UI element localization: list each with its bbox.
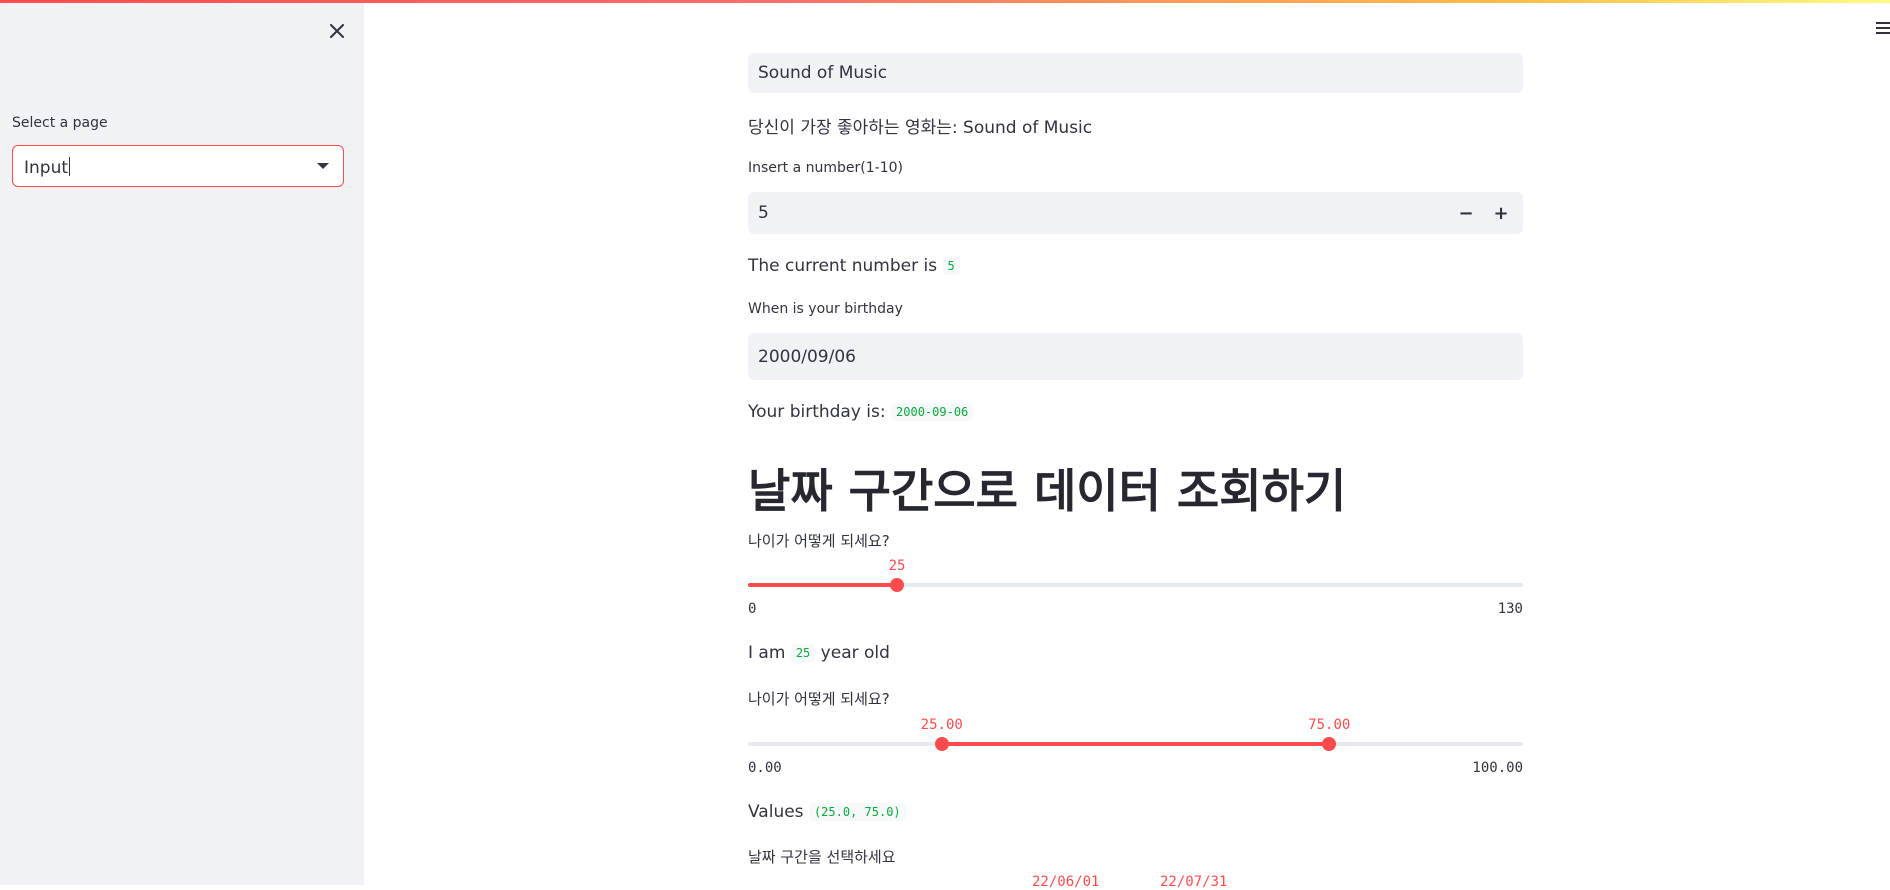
age-output-code: 25	[790, 644, 816, 662]
range-slider-high-value: 75.00	[1308, 717, 1351, 733]
page-select-value: Input	[24, 157, 71, 178]
range-slider-low-thumb[interactable]	[934, 737, 949, 751]
age-slider[interactable]: 25 0 130	[748, 555, 1523, 625]
age-output-suffix: year old	[820, 643, 890, 663]
birthday-output-text: Your birthday is:	[748, 402, 886, 422]
decrement-button[interactable]: −	[1449, 193, 1483, 233]
hamburger-menu-icon[interactable]	[1876, 20, 1890, 36]
range-slider-max: 100.00	[1472, 760, 1523, 776]
birthday-output: Your birthday is: 2000-09-06	[748, 402, 974, 422]
range-output-code: (25.0, 75.0)	[808, 803, 906, 821]
birthday-date-input[interactable]: 2000/09/06	[748, 333, 1523, 380]
range-slider[interactable]: 25.00 75.00 0.00 100.00	[748, 714, 1523, 784]
age-slider-label: 나이가 어떻게 되세요?	[748, 532, 890, 550]
page-heading: 날짜 구간으로 데이터 조회하기	[748, 464, 1347, 518]
movie-input-value: Sound of Music	[758, 63, 888, 83]
age-slider-fill	[748, 583, 898, 587]
number-output-code: 5	[942, 257, 960, 275]
range-slider-fill	[941, 742, 1330, 746]
main-content: Sound of Music 당신이 가장 좋아하는 영화는: Sound of…	[748, 0, 1523, 890]
number-output-text: The current number is	[748, 256, 938, 276]
movie-input[interactable]: Sound of Music	[748, 53, 1523, 93]
range-slider-low-value: 25.00	[920, 717, 963, 733]
range-slider-label: 나이가 어떻게 되세요?	[748, 690, 890, 708]
number-input-value: 5	[758, 203, 769, 223]
birthday-label: When is your birthday	[748, 301, 903, 317]
date-range-high-value: 22/07/31	[1160, 874, 1228, 890]
range-output-text: Values	[748, 802, 804, 822]
number-output: The current number is 5	[748, 256, 960, 276]
range-output: Values (25.0, 75.0)	[748, 802, 906, 822]
number-input-label: Insert a number(1-10)	[748, 160, 903, 176]
top-decoration-bar	[0, 0, 1890, 3]
movie-output: 당신이 가장 좋아하는 영화는: Sound of Music	[748, 118, 1093, 138]
age-slider-thumb[interactable]	[890, 578, 905, 592]
range-slider-track[interactable]	[748, 742, 1523, 746]
age-output: I am 25 year old	[748, 643, 890, 663]
date-range-label: 날짜 구간을 선택하세요	[748, 848, 896, 866]
range-slider-min: 0.00	[748, 760, 782, 776]
date-range-low-value: 22/06/01	[1032, 874, 1100, 890]
age-slider-track[interactable]	[748, 583, 1523, 587]
page-select[interactable]: Input	[12, 145, 344, 187]
age-slider-min: 0	[748, 601, 757, 617]
close-icon[interactable]	[322, 16, 352, 46]
increment-button[interactable]: +	[1484, 193, 1518, 233]
age-output-prefix: I am	[748, 643, 786, 663]
sidebar: Select a page Input	[0, 0, 364, 885]
age-slider-max: 130	[1497, 601, 1523, 617]
number-input[interactable]: 5 − +	[748, 192, 1523, 234]
chevron-down-icon	[317, 163, 329, 169]
range-slider-high-thumb[interactable]	[1322, 737, 1337, 751]
birthday-output-code: 2000-09-06	[891, 403, 974, 421]
age-slider-value: 25	[888, 558, 906, 574]
birthday-value: 2000/09/06	[758, 346, 856, 367]
select-page-label: Select a page	[12, 115, 108, 131]
